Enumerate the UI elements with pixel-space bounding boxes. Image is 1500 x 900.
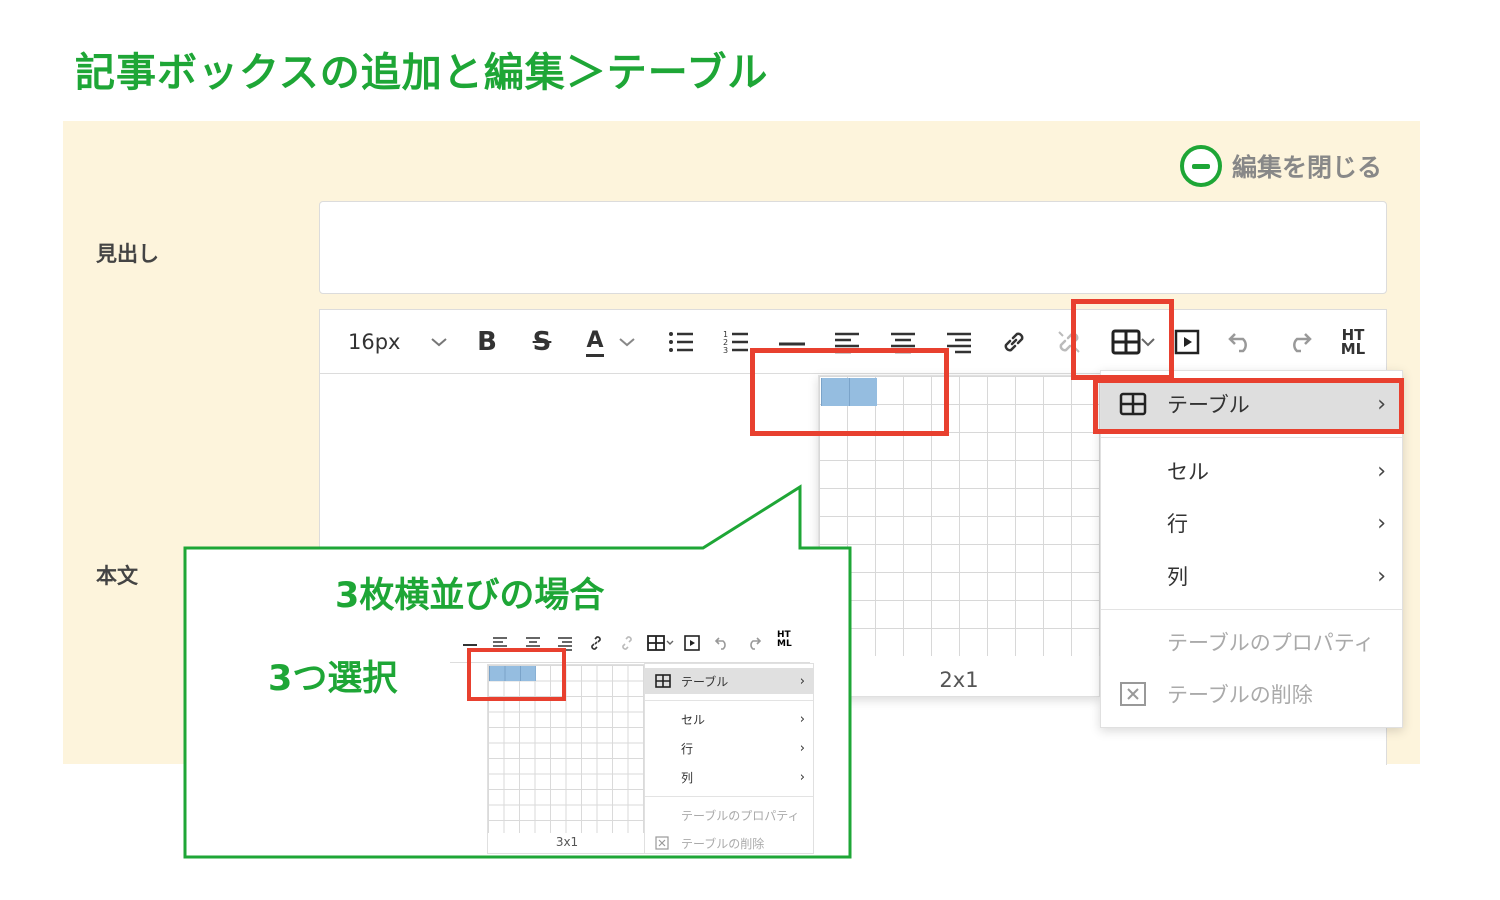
mini-menu-item-column[interactable]: 列 › bbox=[645, 764, 813, 790]
html-icon: HT ML bbox=[777, 631, 792, 649]
chevron-right-icon: › bbox=[799, 673, 805, 689]
redo-icon bbox=[750, 637, 762, 650]
screenshot-stage: 記事ボックスの追加と編集＞テーブル 編集を閉じる 見出し 本文 16px B S… bbox=[0, 0, 1500, 900]
callout-instruction: 3つ選択 bbox=[268, 659, 398, 699]
mini-menu-item-delete-table-label: テーブルの削除 bbox=[681, 836, 765, 851]
chevron-right-icon: › bbox=[799, 769, 805, 785]
table-icon bbox=[655, 674, 671, 688]
mini-menu-item-table-label: テーブル bbox=[681, 674, 729, 689]
menu-divider bbox=[645, 700, 813, 701]
mini-menu-item-delete-table[interactable]: テーブルの削除 bbox=[645, 830, 813, 854]
mini-grid-size-label: 3x1 bbox=[555, 835, 579, 849]
link-icon bbox=[591, 636, 601, 650]
menu-divider bbox=[645, 796, 813, 797]
chevron-right-icon: › bbox=[799, 711, 805, 727]
mini-menu-item-row[interactable]: 行 › bbox=[645, 735, 813, 761]
highlight-mini-grid-selection bbox=[467, 648, 566, 701]
mini-menu-item-row-label: 行 bbox=[681, 741, 694, 756]
mini-menu-item-cell-label: セル bbox=[681, 712, 706, 727]
mini-menu-item-column-label: 列 bbox=[681, 770, 694, 785]
mini-table-menu: テーブル › セル › 行 › 列 › テーブルのプロパティ テーブルの削除 bbox=[644, 663, 814, 854]
chevron-right-icon: › bbox=[799, 740, 805, 756]
mini-menu-item-table-properties[interactable]: テーブルのプロパティ bbox=[645, 802, 813, 828]
mini-menu-item-table-properties-label: テーブルのプロパティ bbox=[681, 808, 800, 823]
mini-menu-item-cell[interactable]: セル › bbox=[645, 706, 813, 732]
undo-icon bbox=[714, 637, 726, 650]
callout-title: 3枚横並びの場合 bbox=[335, 576, 605, 616]
mini-html-bottom: ML bbox=[777, 639, 792, 649]
delete-box-icon bbox=[655, 836, 669, 850]
mini-menu-item-table[interactable]: テーブル › bbox=[645, 668, 813, 694]
unlink-icon bbox=[622, 636, 632, 650]
table-icon bbox=[647, 635, 674, 651]
media-icon bbox=[684, 635, 700, 651]
